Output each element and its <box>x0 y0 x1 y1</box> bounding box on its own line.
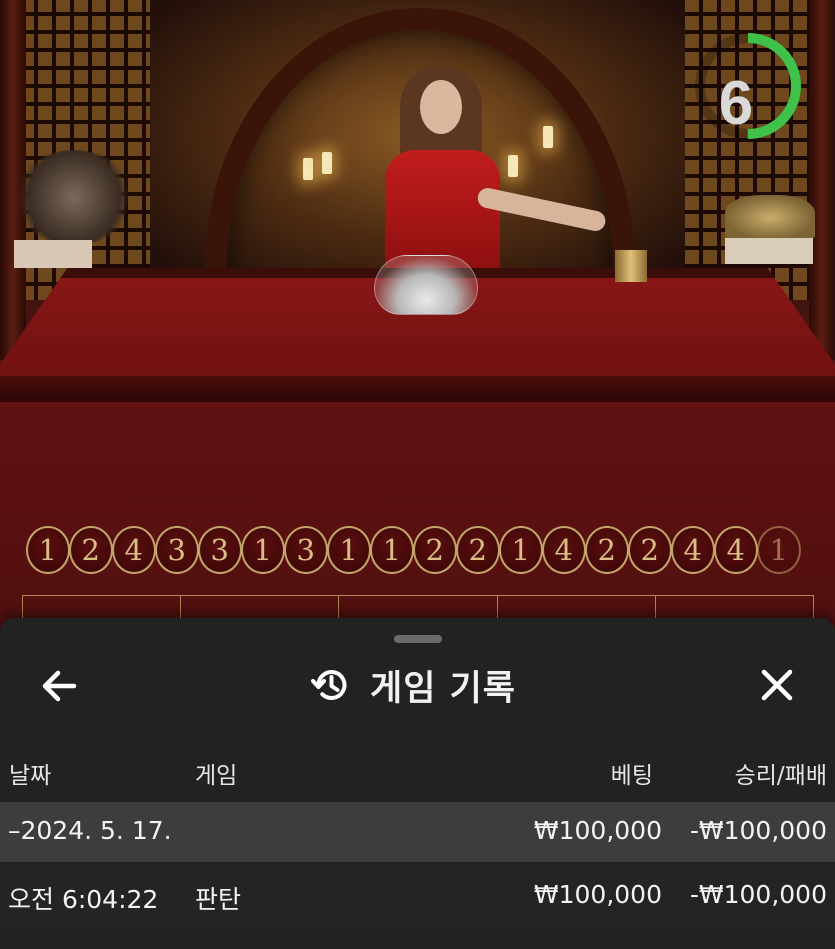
result-ball: 1 <box>26 526 70 574</box>
result-ball: 3 <box>284 526 328 574</box>
result-ball: 1 <box>499 526 543 574</box>
dealer <box>385 150 500 270</box>
betting-countdown: 6 <box>690 28 806 144</box>
entry-bet: ₩100,000 <box>533 880 662 909</box>
column-headers: 날짜 게임 베팅 승리/패배 <box>0 752 835 792</box>
panel-title-group: 게임 기록 <box>310 660 516 710</box>
panel-title: 게임 기록 <box>370 668 516 709</box>
candle <box>508 155 518 177</box>
plant-pot <box>14 240 92 268</box>
countdown-value: 6 <box>718 68 754 138</box>
brass-cup <box>615 250 647 282</box>
result-ball: 1 <box>370 526 414 574</box>
drag-handle[interactable] <box>394 635 442 643</box>
group-date: –2024. 5. 17. <box>8 816 172 845</box>
column-winloss: 승리/패배 <box>734 763 827 789</box>
statue-base <box>725 238 813 264</box>
column-date: 날짜 <box>9 763 52 789</box>
history-row[interactable]: 오전 6:04:22 판탄 ₩100,000 -₩100,000 <box>0 866 835 926</box>
arrow-left-icon <box>42 670 77 702</box>
table-rail <box>0 376 835 402</box>
result-ball: 2 <box>456 526 500 574</box>
entry-time: 오전 6:04:22 <box>8 885 159 914</box>
entry-game: 판탄 <box>195 885 242 914</box>
result-ball: 1 <box>757 526 801 574</box>
bonsai-plant <box>14 150 134 245</box>
dragon-statue <box>725 195 815 240</box>
result-ball: 3 <box>198 526 242 574</box>
result-ball: 2 <box>585 526 629 574</box>
result-ball: 4 <box>671 526 715 574</box>
result-ball: 4 <box>112 526 156 574</box>
close-icon <box>761 669 793 701</box>
history-clock-icon <box>311 670 347 700</box>
panel-header: 게임 기록 <box>0 658 835 714</box>
candle <box>303 158 313 180</box>
result-ball: 4 <box>714 526 758 574</box>
result-ball: 2 <box>69 526 113 574</box>
result-ball: 2 <box>413 526 457 574</box>
dealer-face <box>420 80 462 134</box>
close-button[interactable] <box>752 660 802 710</box>
back-button[interactable] <box>34 660 84 710</box>
fan-tan-dome <box>374 255 478 315</box>
pillar-right <box>809 0 835 360</box>
game-history-panel: 게임 기록 날짜 게임 베팅 승리/패배 –2024. 5. 17. ₩100,… <box>0 618 835 949</box>
result-ball: 3 <box>155 526 199 574</box>
group-bet-total: ₩100,000 <box>533 816 662 845</box>
result-ball: 4 <box>542 526 586 574</box>
candle <box>322 152 332 174</box>
column-bet: 베팅 <box>610 763 653 789</box>
candle <box>543 126 553 148</box>
group-winloss-total: -₩100,000 <box>689 816 827 845</box>
results-road: 124331311221422441 <box>26 526 806 574</box>
column-game: 게임 <box>195 763 238 789</box>
result-ball: 2 <box>628 526 672 574</box>
entry-winloss: -₩100,000 <box>689 880 827 909</box>
result-ball: 1 <box>327 526 371 574</box>
date-group-row[interactable]: –2024. 5. 17. ₩100,000 -₩100,000 <box>0 802 835 862</box>
result-ball: 1 <box>241 526 285 574</box>
